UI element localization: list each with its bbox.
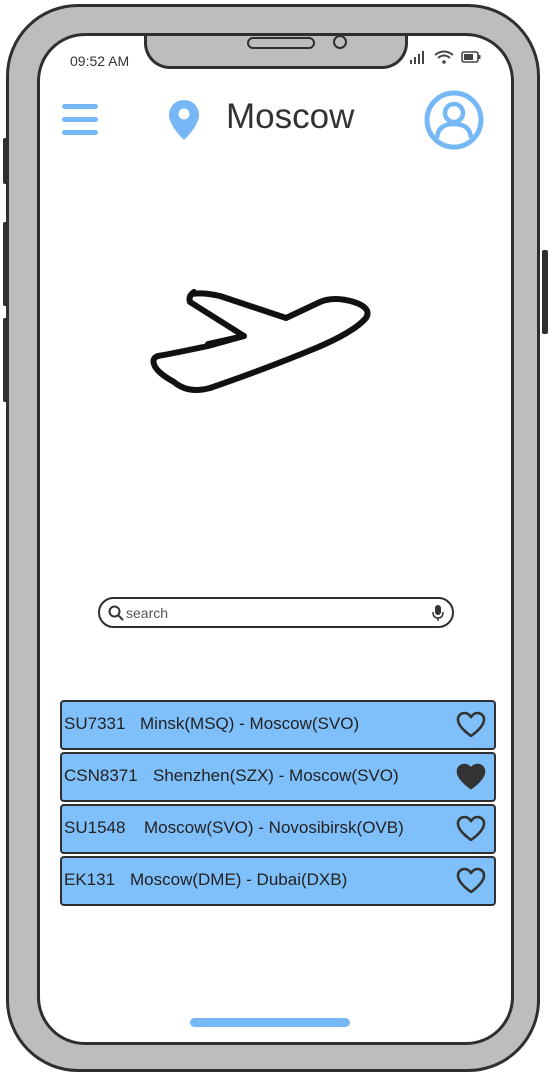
phone-side-button — [3, 318, 9, 402]
flight-list-item[interactable]: SU1548 Moscow(SVO) - Novosibirsk(OVB) — [60, 804, 496, 854]
phone-side-button — [3, 138, 9, 184]
hamburger-menu-icon[interactable] — [62, 104, 98, 136]
phone-screen: 09:52 AM Moscow search SU7331 Minsk(MSQ)… — [37, 33, 514, 1045]
flight-route: Minsk(MSQ) - Moscow(SVO) — [140, 714, 360, 733]
phone-side-button — [542, 250, 548, 334]
status-icons — [409, 50, 481, 64]
wifi-icon — [434, 50, 454, 64]
status-time: 09:52 AM — [70, 53, 130, 69]
flight-list-item[interactable]: SU7331 Minsk(MSQ) - Moscow(SVO) — [60, 700, 496, 750]
flight-code: CSN8371 — [64, 766, 138, 785]
search-input[interactable] — [126, 601, 422, 624]
heart-filled-icon[interactable] — [456, 763, 486, 791]
flight-route: Shenzhen(SZX) - Moscow(SVO) — [153, 766, 399, 785]
flight-list: SU7331 Minsk(MSQ) - Moscow(SVO) CSN8371 … — [60, 700, 496, 908]
speaker-grille — [247, 37, 315, 49]
flight-code: SU7331 — [64, 714, 126, 733]
flight-list-item[interactable]: EK131 Moscow(DME) - Dubai(DXB) — [60, 856, 496, 906]
flight-list-item[interactable]: CSN8371 Shenzhen(SZX) - Moscow(SVO) — [60, 752, 496, 802]
flight-route: Moscow(DME) - Dubai(DXB) — [130, 870, 348, 889]
flight-code: SU1548 — [64, 818, 126, 837]
heart-outline-icon[interactable] — [456, 867, 486, 895]
battery-icon — [461, 51, 481, 63]
cellular-signal-icon — [410, 51, 424, 64]
microphone-icon[interactable] — [432, 604, 444, 622]
flight-route: Moscow(SVO) - Novosibirsk(OVB) — [144, 818, 404, 837]
city-title: Moscow — [226, 97, 355, 136]
search-icon — [108, 605, 124, 621]
heart-outline-icon[interactable] — [456, 815, 486, 843]
phone-side-button — [3, 222, 9, 306]
heart-outline-icon[interactable] — [456, 711, 486, 739]
phone-notch — [144, 36, 408, 69]
flight-code: EK131 — [64, 870, 116, 889]
map-pin-icon — [169, 100, 199, 140]
home-indicator[interactable] — [190, 1018, 350, 1027]
search-bar — [98, 597, 454, 628]
front-camera — [333, 36, 347, 49]
airplane-takeoff-icon — [150, 289, 371, 393]
user-avatar-icon[interactable] — [424, 90, 484, 150]
